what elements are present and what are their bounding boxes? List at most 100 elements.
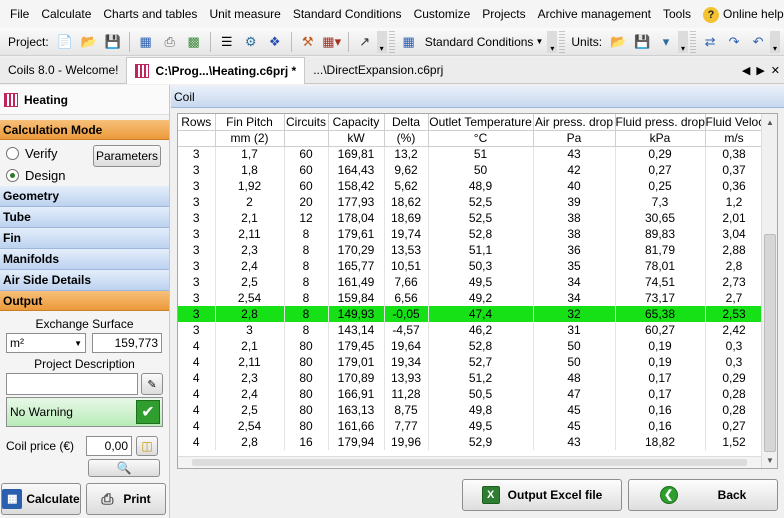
tab-heating[interactable]: C:\Prog...\Heating.c6prj * <box>126 56 306 84</box>
back-button[interactable]: ❮ Back <box>628 479 778 511</box>
table-row[interactable]: 4 2,3 80 170,89 13,93 51,2 48 0,17 0,29 <box>178 370 764 386</box>
chart-dropdown-icon[interactable]: ▦▾ <box>321 31 343 53</box>
menu-file[interactable]: File <box>4 0 35 28</box>
tab-label: ...\DirectExpansion.c6prj <box>313 63 444 77</box>
coil-price-input[interactable]: 0,00 <box>86 436 132 456</box>
section-geometry[interactable]: Geometry <box>0 186 169 207</box>
table-cell: 43 <box>533 146 616 162</box>
section-manifolds[interactable]: Manifolds <box>0 249 169 270</box>
output-header[interactable]: Output <box>0 291 169 311</box>
edit-description-icon[interactable]: ✎ <box>141 373 163 395</box>
tab-prev-icon[interactable]: ◀ <box>742 64 750 77</box>
section-air-side-details[interactable]: Air Side Details <box>0 270 169 291</box>
table-row[interactable]: 3 1,8 60 164,43 9,62 50 42 0,27 0,37 <box>178 162 764 178</box>
table-row[interactable]: 4 2,11 80 179,01 19,34 52,7 50 0,19 0,3 <box>178 354 764 370</box>
horizontal-scrollbar[interactable] <box>178 456 761 468</box>
toolbar-overflow-icon[interactable]: ▾ <box>547 30 558 53</box>
column-header[interactable]: Capacity <box>328 114 385 131</box>
menu-calculate[interactable]: Calculate <box>35 0 97 28</box>
scrollbar-thumb[interactable] <box>192 459 747 466</box>
scrollbar-thumb[interactable] <box>764 234 776 452</box>
tools-icon[interactable]: ⚒ <box>297 31 319 53</box>
warning-text: No Warning <box>10 405 73 419</box>
column-header[interactable]: Rows <box>178 114 216 131</box>
section-tube[interactable]: Tube <box>0 207 169 228</box>
table-row[interactable]: 3 2,8 8 149,93 -0,05 47,4 32 65,38 2,53 <box>178 306 764 322</box>
menu-projects[interactable]: Projects <box>476 0 531 28</box>
settings-icon[interactable]: ⚙ <box>240 31 262 53</box>
table-row[interactable]: 3 1,7 60 169,81 13,2 51 43 0,29 0,38 <box>178 146 764 162</box>
menu-archive[interactable]: Archive management <box>532 0 657 28</box>
toolbar-grip[interactable] <box>690 30 697 53</box>
tab-direct-expansion[interactable]: ...\DirectExpansion.c6prj <box>305 57 451 84</box>
tab-welcome[interactable]: Coils 8.0 - Welcome! <box>0 57 126 84</box>
open-folder-icon[interactable]: 📂 <box>78 31 100 53</box>
printer-icon[interactable]: ⎙ <box>159 31 181 53</box>
calculate-button[interactable]: ▦ Calculate <box>1 483 81 515</box>
table-row[interactable]: 3 1,92 60 158,42 5,62 48,9 40 0,25 0,36 <box>178 178 764 194</box>
table-row[interactable]: 3 2,1 12 178,04 18,69 52,5 38 30,65 2,01 <box>178 210 764 226</box>
open-folder-icon[interactable]: 📂 <box>607 31 629 53</box>
table-row[interactable]: 3 2,54 8 159,84 6,56 49,2 34 73,17 2,7 <box>178 290 764 306</box>
column-header[interactable]: Fluid Velocity <box>705 114 764 131</box>
chart-edit-icon[interactable]: ↗ <box>354 31 376 53</box>
vertical-scrollbar[interactable]: ▲ ▼ <box>761 114 777 468</box>
export-icon[interactable]: ↷ <box>723 31 745 53</box>
column-header[interactable]: Fin Pitch <box>215 114 285 131</box>
save-icon[interactable]: 💾 <box>631 31 653 53</box>
column-header[interactable]: Outlet Temperature <box>428 114 534 131</box>
menu-online-help[interactable]: ? Online help <box>697 0 784 28</box>
table-row[interactable]: 4 2,8 16 179,94 19,96 52,9 43 18,82 1,52 <box>178 434 764 450</box>
table-cell: 177,93 <box>328 194 385 210</box>
scroll-up-icon[interactable]: ▲ <box>762 114 777 130</box>
tab-next-icon[interactable]: ▶ <box>756 64 764 77</box>
toolbar-grip[interactable] <box>559 30 566 53</box>
menu-unit-measure[interactable]: Unit measure <box>203 0 286 28</box>
calculator-icon[interactable]: ▦ <box>135 31 157 53</box>
table-row[interactable]: 3 3 8 143,14 -4,57 46,2 31 60,27 2,42 <box>178 322 764 338</box>
units-dropdown-icon[interactable]: ▾ <box>655 31 677 53</box>
toolbar-overflow-icon[interactable]: ▾ <box>770 30 781 53</box>
save-icon[interactable]: 💾 <box>102 31 124 53</box>
table-row[interactable]: 3 2,3 8 170,29 13,53 51,1 36 81,79 2,88 <box>178 242 764 258</box>
toolbar-grip[interactable] <box>388 30 395 53</box>
menu-standard-conditions[interactable]: Standard Conditions <box>287 0 408 28</box>
standard-conditions-select[interactable]: Standard Conditions ▼ <box>421 31 548 53</box>
calculation-mode-header[interactable]: Calculation Mode <box>0 120 169 140</box>
column-header[interactable]: Air press. drop <box>533 114 616 131</box>
menu-tools[interactable]: Tools <box>657 0 697 28</box>
table-row[interactable]: 4 2,5 80 163,13 8,75 49,8 45 0,16 0,28 <box>178 402 764 418</box>
output-excel-button[interactable]: X Output Excel file <box>462 479 622 511</box>
list-icon[interactable]: ☰ <box>216 31 238 53</box>
scroll-down-icon[interactable]: ▼ <box>762 452 777 468</box>
column-header[interactable]: Delta <box>384 114 429 131</box>
project-description-input[interactable] <box>6 373 138 395</box>
table-row[interactable]: 4 2,4 80 166,91 11,28 50,5 47 0,17 0,28 <box>178 386 764 402</box>
table-row[interactable]: 4 2,54 80 161,66 7,77 49,5 45 0,16 0,27 <box>178 418 764 434</box>
column-header[interactable]: Fluid press. drop <box>615 114 706 131</box>
table-row[interactable]: 3 2 20 177,93 18,62 52,5 39 7,3 1,2 <box>178 194 764 210</box>
toolbar-overflow-icon[interactable]: ▾ <box>678 30 689 53</box>
table-row[interactable]: 4 2,1 80 179,45 19,64 52,8 50 0,19 0,3 <box>178 338 764 354</box>
column-header[interactable]: Circuits <box>284 114 329 131</box>
brand-icon[interactable]: ❖ <box>264 31 286 53</box>
exchange-unit-select[interactable]: m² ▼ <box>6 333 86 353</box>
table-row[interactable]: 3 2,4 8 165,77 10,51 50,3 35 78,01 2,8 <box>178 258 764 274</box>
table-cell: 39 <box>533 194 616 210</box>
menu-charts[interactable]: Charts and tables <box>97 0 203 28</box>
section-fin[interactable]: Fin <box>0 228 169 249</box>
table-row[interactable]: 3 2,5 8 161,49 7,66 49,5 34 74,51 2,73 <box>178 274 764 290</box>
convert-icon[interactable]: ⇄ <box>699 31 721 53</box>
close-icon[interactable]: ✕ <box>771 64 780 77</box>
print-button[interactable]: ⎙ Print <box>86 483 166 515</box>
design-radio[interactable]: Design <box>0 164 169 186</box>
image-icon[interactable]: ▩ <box>183 31 205 53</box>
import-icon[interactable]: ↶ <box>747 31 769 53</box>
coins-icon[interactable]: ◫ <box>136 436 158 456</box>
new-document-icon[interactable]: 📄 <box>54 31 76 53</box>
toolbar-overflow-icon[interactable]: ▾ <box>376 30 387 53</box>
menu-customize[interactable]: Customize <box>408 0 477 28</box>
parameters-button[interactable]: Parameters <box>93 145 161 167</box>
table-row[interactable]: 3 2,11 8 179,61 19,74 52,8 38 89,83 3,04 <box>178 226 764 242</box>
search-icon[interactable]: 🔍 <box>88 459 160 477</box>
